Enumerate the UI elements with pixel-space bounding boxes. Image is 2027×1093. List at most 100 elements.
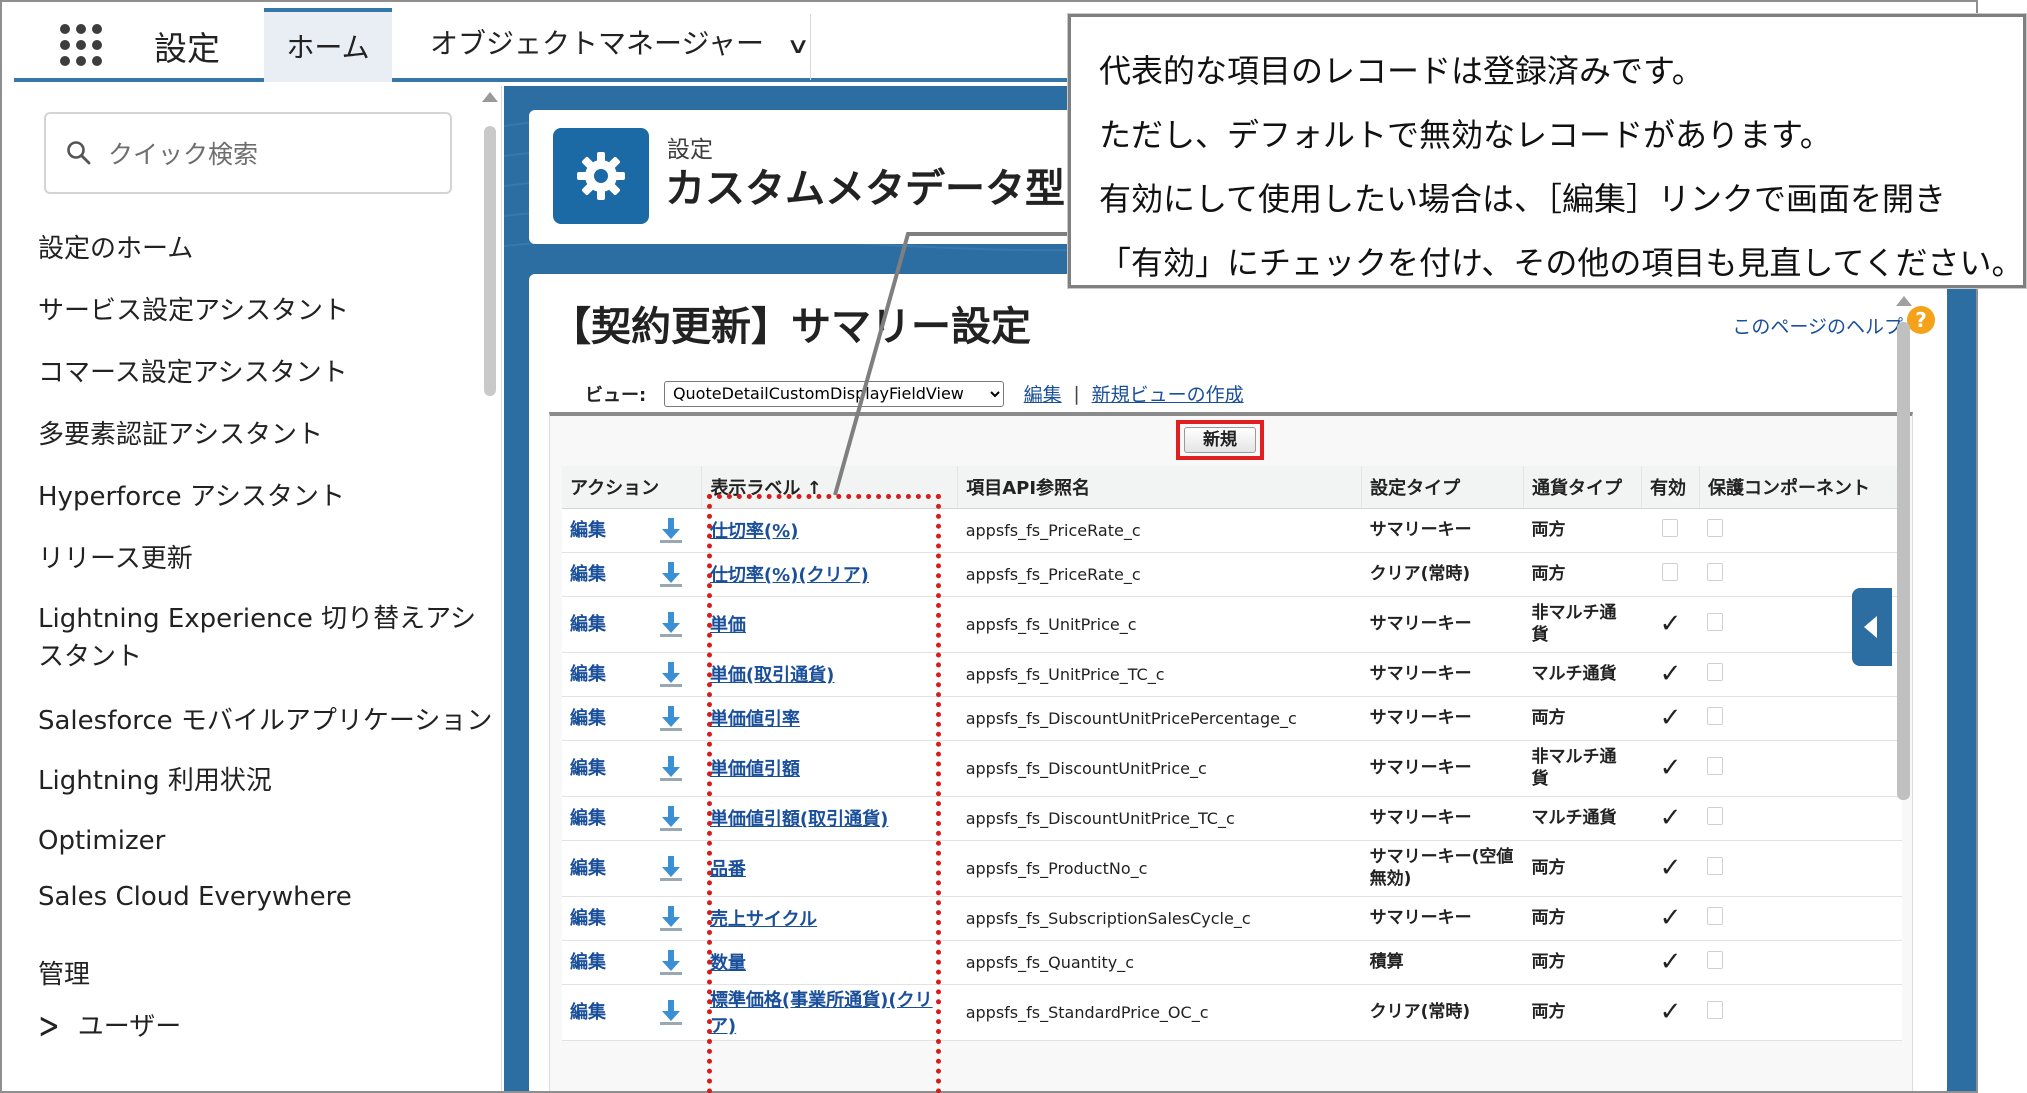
sidebar-item-release-updates[interactable]: リリース更新 [38,540,193,578]
checkmark-icon: ✓ [1659,997,1682,1027]
download-icon[interactable] [660,906,682,932]
app-name: 設定 [154,29,220,68]
edit-record-link[interactable]: 編集 [570,560,660,586]
scroll-thumb[interactable] [1897,322,1910,800]
checkmark-icon: ✓ [1659,803,1682,833]
download-icon[interactable] [660,806,682,832]
row-api-name-cell: appsfs_fs_PriceRate_c [957,552,1362,597]
column-header-action: アクション [562,466,703,509]
edit-record-link[interactable]: 編集 [570,948,660,974]
row-action-cell: 編集 [562,940,702,985]
sidebar-item-hyperforce[interactable]: Hyperforce アシスタント [38,478,345,516]
help-for-this-page-link[interactable]: このページのヘルプ [1732,312,1903,339]
checkmark-icon: ✓ [1659,703,1682,733]
row-setting-type-cell: サマリーキー [1361,652,1524,697]
sidebar-item-mobile-app[interactable]: Salesforce モバイルアプリケーション [38,702,492,740]
create-new-view-link[interactable]: 新規ビューの作成 [1092,380,1244,407]
download-icon[interactable] [660,662,682,688]
sidebar-item-users[interactable]: > ユーザー [38,1006,182,1048]
tab-divider [810,14,811,80]
edit-record-link[interactable]: 編集 [570,854,660,880]
row-currency-type-cell: 非マルチ通貨 [1523,740,1642,797]
download-icon[interactable] [660,856,682,882]
row-protected-cell [1699,508,1902,553]
row-api-name-cell: appsfs_fs_DiscountUnitPrice_TC_c [957,796,1362,841]
unchecked-box-icon [1707,706,1724,725]
edit-record-link[interactable]: 編集 [570,754,660,780]
sidebar-item-service-setup[interactable]: サービス設定アシスタント [38,292,349,330]
checkmark-icon: ✓ [1659,853,1682,883]
checkmark-icon: ✓ [1659,903,1682,933]
row-api-name-cell: appsfs_fs_StandardPrice_OC_c [957,984,1362,1041]
edit-record-link[interactable]: 編集 [570,704,660,730]
row-setting-type-cell: サマリーキー [1361,896,1524,941]
tab-home[interactable]: ホーム [264,8,392,82]
sidebar-item-users-label: ユーザー [77,1012,182,1042]
row-action-cell: 編集 [562,696,702,741]
sidebar-item-optimizer[interactable]: Optimizer [38,822,165,860]
edit-record-link[interactable]: 編集 [570,660,660,686]
download-icon[interactable] [660,562,682,588]
chevron-right-icon[interactable]: > [38,1000,60,1053]
column-header-protected[interactable]: 保護コンポーネント [1699,466,1903,509]
quick-find-input[interactable] [108,132,428,176]
edit-record-link[interactable]: 編集 [570,804,660,830]
row-action-cell: 編集 [562,796,702,841]
row-setting-type-cell: サマリーキー [1361,740,1524,797]
edit-record-link[interactable]: 編集 [570,904,660,930]
content-scrollbar[interactable] [1894,296,1914,1091]
row-protected-cell [1699,984,1902,1041]
download-icon[interactable] [660,706,682,732]
view-select[interactable]: QuoteDetailCustomDisplayFieldView [663,380,1004,407]
row-protected-cell [1699,740,1902,797]
checkmark-icon: ✓ [1659,659,1682,689]
row-action-cell: 編集 [562,508,702,553]
search-icon [67,141,91,165]
sidebar-item-commerce-setup[interactable]: コマース設定アシスタント [38,354,348,392]
row-action-cell: 編集 [562,840,702,897]
row-currency-type-cell: 両方 [1523,696,1642,741]
row-active-cell: ✓ [1641,840,1700,897]
row-setting-type-cell: サマリーキー [1361,696,1524,741]
sidebar-item-lex-transition[interactable]: Lightning Experience 切り替えアシスタント [38,600,478,676]
column-header-currency-type[interactable]: 通貨タイプ [1523,466,1642,509]
tab-object-manager[interactable]: オブジェクトマネージャー ∨ [404,8,832,82]
row-currency-type-cell: 非マルチ通貨 [1523,596,1642,653]
edit-record-link[interactable]: 編集 [570,516,660,542]
download-icon[interactable] [660,1000,682,1026]
row-action-cell: 編集 [562,984,702,1041]
scroll-up-arrow-icon[interactable] [482,92,498,102]
tab-object-manager-label: オブジェクトマネージャー [430,27,765,60]
download-icon[interactable] [660,612,682,638]
callout-line: 代表的な項目のレコードは登録済みです。 [1099,52,1704,90]
sidebar-section-heading: 管理 [38,960,91,990]
row-setting-type-cell: 積算 [1361,940,1524,985]
row-currency-type-cell: 両方 [1523,552,1642,597]
app-launcher-icon[interactable] [60,24,102,66]
unchecked-box-icon [1662,518,1679,537]
edit-record-link[interactable]: 編集 [570,998,660,1024]
edit-record-link[interactable]: 編集 [570,610,660,636]
checkmark-icon: ✓ [1659,609,1682,639]
quick-find-box[interactable] [44,112,452,194]
row-active-cell: ✓ [1641,596,1700,653]
sidebar-scrollbar[interactable] [480,86,500,1091]
download-icon[interactable] [660,950,682,976]
column-header-setting-type[interactable]: 設定タイプ [1361,466,1525,509]
panel-toggle-button[interactable] [1852,588,1892,666]
sidebar-item-sales-cloud-everywhere[interactable]: Sales Cloud Everywhere [38,878,352,916]
row-active-cell: ✓ [1641,796,1700,841]
scroll-up-arrow-icon[interactable] [1896,296,1912,306]
sidebar-item-setup-home[interactable]: 設定のホーム [38,230,193,268]
download-icon[interactable] [660,756,682,782]
column-header-active[interactable]: 有効 [1641,466,1700,509]
edit-view-link[interactable]: 編集 [1024,380,1062,407]
column-header-api-name[interactable]: 項目API参照名 [957,466,1363,509]
row-protected-cell [1699,896,1902,941]
chevron-down-icon[interactable]: ∨ [786,11,810,83]
new-record-button[interactable]: 新規 [1184,427,1256,453]
scroll-thumb[interactable] [484,126,496,396]
sidebar-item-mfa-assistant[interactable]: 多要素認証アシスタント [38,416,323,454]
sidebar-item-lightning-usage[interactable]: Lightning 利用状況 [38,762,272,800]
download-icon[interactable] [660,518,682,544]
